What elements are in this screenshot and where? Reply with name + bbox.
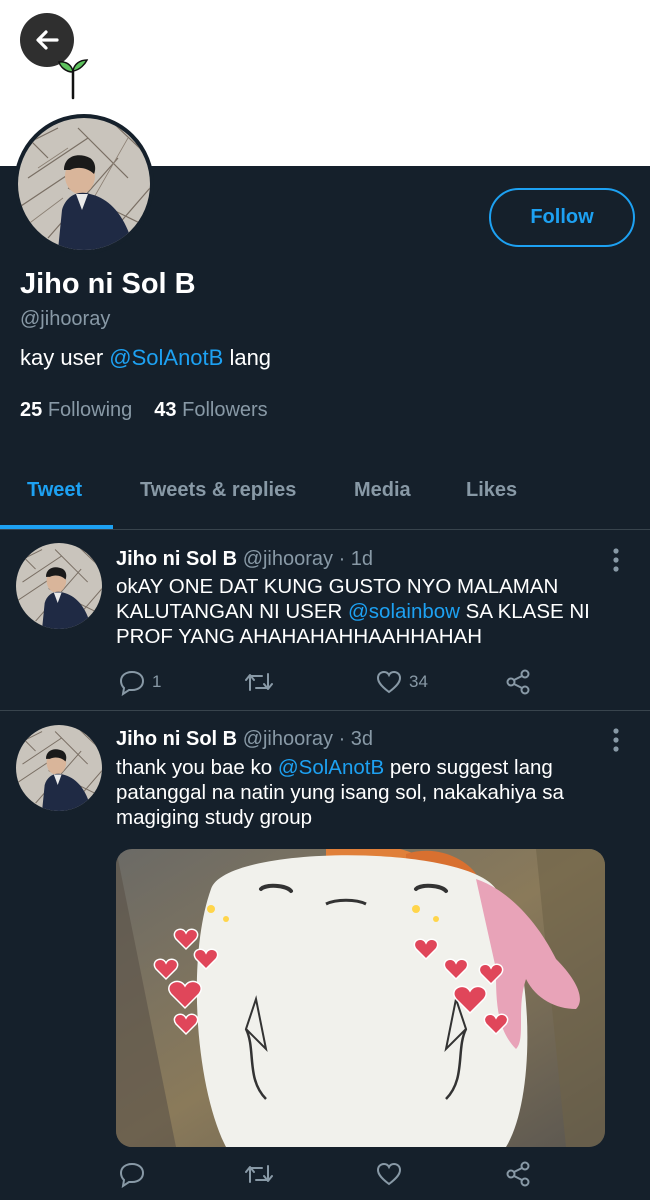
tweet-text-line: KALUTANGAN NI USER @solainbow SA KLASE N… bbox=[116, 599, 616, 624]
share-icon bbox=[506, 669, 530, 695]
reply-count: 1 bbox=[152, 672, 162, 691]
tweet-text-part: SA KLASE NI bbox=[459, 600, 590, 623]
like-button[interactable] bbox=[375, 1160, 409, 1188]
share-button[interactable] bbox=[504, 668, 532, 696]
following-label: Following bbox=[47, 399, 133, 421]
following-stat[interactable]: 25 Following bbox=[20, 399, 132, 422]
tweet-meta: @jihooray · 1d bbox=[242, 548, 374, 570]
tab-tweets-and-replies[interactable]: Tweets & replies bbox=[140, 479, 296, 502]
tweet-mention-link[interactable]: @SolAnotB bbox=[278, 756, 384, 779]
profile-tabs: Tweet Tweets & replies Media Likes bbox=[0, 455, 650, 530]
share-button[interactable] bbox=[504, 1160, 532, 1188]
profile-handle: @jihooray bbox=[20, 308, 111, 330]
follow-button[interactable]: Follow bbox=[489, 188, 635, 247]
sprout-icon bbox=[58, 59, 89, 100]
tweet-author-name[interactable]: Jiho ni Sol B bbox=[116, 728, 237, 750]
bio-text: kay user bbox=[20, 345, 110, 370]
more-vertical-icon[interactable] bbox=[606, 545, 626, 575]
more-vertical-icon[interactable] bbox=[606, 725, 626, 755]
like-icon bbox=[376, 670, 402, 694]
tweet-avatar[interactable] bbox=[16, 543, 102, 629]
tweet-meta: @jihooray · 3d bbox=[242, 728, 374, 750]
tweet-text-part: KALUTANGAN NI USER bbox=[116, 600, 348, 623]
retweet-button[interactable] bbox=[244, 1160, 274, 1188]
following-count: 25 bbox=[20, 399, 43, 421]
like-icon bbox=[376, 1162, 402, 1186]
tweet-text: thank you bae ko @SolAnotB pero suggest … bbox=[116, 755, 616, 830]
tweet-text-part: thank you bae ko bbox=[116, 756, 278, 779]
reply-button[interactable] bbox=[118, 1160, 152, 1188]
followers-stat[interactable]: 43 Followers bbox=[154, 399, 267, 422]
tweet-text-part: pero suggest lang bbox=[384, 756, 553, 779]
profile-avatar[interactable] bbox=[14, 114, 154, 254]
tweet-media-image[interactable] bbox=[116, 849, 605, 1147]
bio-text-end: lang bbox=[223, 345, 272, 370]
tweet-text-line: magiging study group bbox=[116, 806, 313, 829]
tweet-text-line: okAY ONE DAT KUNG GUSTO NYO MALAMAN bbox=[116, 575, 559, 598]
reply-button[interactable]: 1 bbox=[118, 668, 161, 696]
tweet-actions bbox=[116, 1160, 546, 1190]
tweet-text-line: thank you bae ko @SolAnotB pero suggest … bbox=[116, 755, 616, 780]
tweet-avatar[interactable] bbox=[16, 725, 102, 811]
like-button[interactable]: 34 bbox=[375, 668, 428, 696]
profile-display-name: Jiho ni Sol B bbox=[20, 268, 196, 300]
tweet-author-name[interactable]: Jiho ni Sol B bbox=[116, 548, 237, 570]
active-tab-indicator bbox=[0, 525, 113, 529]
retweet-icon bbox=[245, 1165, 273, 1183]
tweet-mention-link[interactable]: @solainbow bbox=[348, 600, 460, 623]
tweet-header: Jiho ni Sol B @jihooray · 3d bbox=[116, 728, 373, 751]
share-icon bbox=[506, 1161, 530, 1187]
tweet-text-line: patanggal na natin yung isang sol, nakak… bbox=[116, 781, 564, 804]
tab-tweet[interactable]: Tweet bbox=[27, 479, 82, 502]
tweet-header: Jiho ni Sol B @jihooray · 1d bbox=[116, 548, 373, 571]
like-count: 34 bbox=[409, 672, 428, 691]
tweet-item[interactable]: Jiho ni Sol B @jihooray · 1d okAY ONE DA… bbox=[0, 531, 650, 711]
reply-icon bbox=[119, 670, 145, 696]
tab-likes[interactable]: Likes bbox=[466, 479, 517, 502]
tweet-text: okAY ONE DAT KUNG GUSTO NYO MALAMAN KALU… bbox=[116, 574, 616, 649]
profile-stats: 25 Following 43 Followers bbox=[20, 399, 268, 422]
reply-icon bbox=[119, 1162, 145, 1188]
back-arrow-icon bbox=[36, 30, 59, 50]
retweet-button[interactable] bbox=[244, 668, 274, 696]
tweet-actions: 1 34 bbox=[116, 668, 546, 698]
profile-bio: kay user @SolAnotB lang bbox=[20, 345, 271, 371]
tweet-text-line: PROF YANG AHAHAHAHHAAHHAHAH bbox=[116, 625, 483, 648]
followers-count: 43 bbox=[154, 399, 177, 421]
followers-label: Followers bbox=[182, 399, 268, 421]
bio-mention-link[interactable]: @SolAnotB bbox=[109, 345, 223, 370]
retweet-icon bbox=[245, 673, 273, 691]
tab-media[interactable]: Media bbox=[354, 479, 411, 502]
